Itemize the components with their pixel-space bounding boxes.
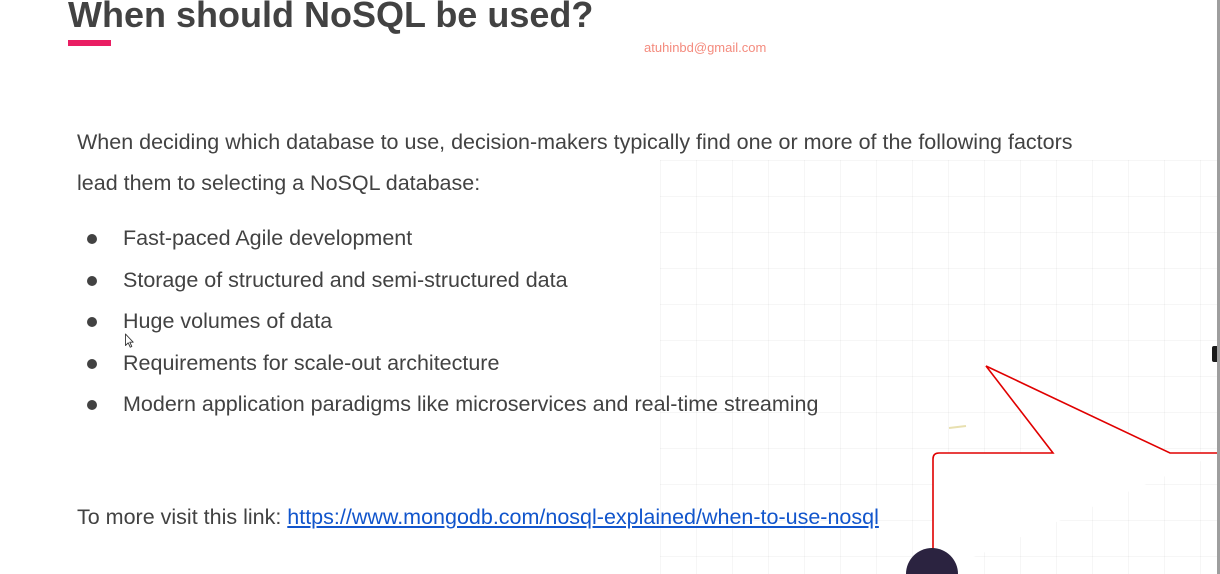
bullet-dot-icon [87, 234, 97, 244]
decorative-mark [948, 425, 967, 429]
more-info-line: To more visit this link: https://www.mon… [77, 502, 879, 532]
list-item: Requirements for scale-out architecture [78, 343, 818, 385]
list-item-text: Modern application paradigms like micros… [123, 392, 819, 416]
list-item-text: Requirements for scale-out architecture [123, 350, 500, 375]
intro-paragraph: When deciding which database to use, dec… [77, 130, 1073, 195]
list-item: Huge volumes of data [78, 301, 818, 343]
callout-box [932, 365, 1220, 574]
factor-list: Fast-paced Agile development Storage of … [78, 218, 818, 426]
list-item: Storage of structured and semi-structure… [78, 260, 818, 302]
email-watermark: atuhinbd@gmail.com [644, 40, 767, 55]
bullet-dot-icon [87, 400, 97, 410]
bullet-dot-icon [87, 275, 97, 286]
mongodb-link[interactable]: https://www.mongodb.com/nosql-explained/… [287, 505, 879, 529]
title-accent-bar [68, 40, 111, 46]
avatar-circle [906, 548, 958, 574]
link-prefix-text: To more visit this link: [77, 505, 288, 529]
list-item-text: Huge volumes of data [123, 309, 333, 333]
bullet-dot-icon [87, 317, 97, 327]
bullet-dot-icon [87, 358, 97, 369]
list-item-text: Storage of structured and semi-structure… [123, 267, 568, 292]
list-item: Fast-paced Agile development [78, 218, 818, 260]
slide-title: When should NoSQL be used? [68, 0, 594, 35]
list-item-text: Fast-paced Agile development [123, 226, 413, 250]
list-item: Modern application paradigms like micros… [78, 384, 818, 426]
